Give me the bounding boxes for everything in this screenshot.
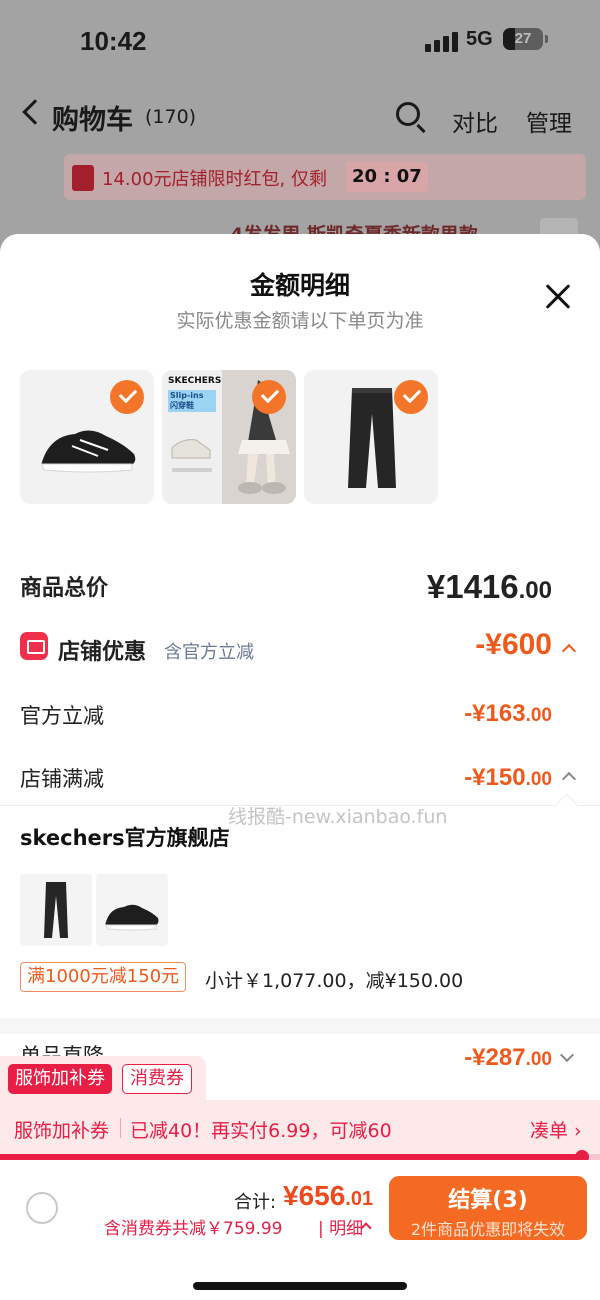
detail-link[interactable]: | 明细 bbox=[318, 1214, 363, 1239]
select-all-checkbox[interactable] bbox=[26, 1192, 58, 1224]
store-full-cut-label: 店铺满减 bbox=[20, 767, 104, 791]
total-label: 合计: bbox=[234, 1192, 277, 1213]
battery-icon: 27 bbox=[503, 28, 548, 50]
goods-total-label: 商品总价 bbox=[20, 576, 109, 601]
section-divider bbox=[0, 1018, 600, 1034]
network-type: 5G bbox=[466, 28, 493, 50]
total-amount-decimal: .01 bbox=[345, 1188, 374, 1210]
product-thumb-sneaker[interactable] bbox=[20, 370, 154, 504]
brand-text: SKECHERS bbox=[168, 376, 222, 386]
compare-button[interactable]: 对比 bbox=[452, 104, 498, 138]
price-detail-sheet: 金额明细 实际优惠金额请以下单页为准 SKECHERS Slip-ins 闪穿鞋 bbox=[0, 234, 600, 1300]
redpacket-icon bbox=[72, 165, 94, 191]
cart-count: (170) bbox=[145, 106, 197, 128]
watermark-text: 线报酷-new.xianbao.fun bbox=[228, 806, 448, 828]
close-icon[interactable] bbox=[540, 278, 578, 316]
chevron-up-icon[interactable] bbox=[561, 643, 577, 659]
official-cut-label: 官方立减 bbox=[20, 704, 104, 728]
sneaker-image bbox=[105, 904, 159, 931]
checked-icon[interactable] bbox=[252, 380, 286, 414]
home-indicator[interactable] bbox=[193, 1282, 407, 1290]
slip-ins-badge: Slip-ins 闪穿鞋 bbox=[168, 390, 216, 412]
single-drop-integer: -¥287 bbox=[464, 1044, 526, 1071]
store-full-cut-decimal: .00 bbox=[525, 769, 552, 790]
apparel-coupon-pill[interactable]: 服饰加补券 bbox=[8, 1064, 112, 1094]
official-cut-integer: -¥163 bbox=[464, 700, 526, 727]
full-reduction-tag: 满1000元减150元 bbox=[20, 962, 187, 992]
add-on-items-link[interactable]: 凑单 › bbox=[530, 1116, 582, 1143]
signal-icon bbox=[425, 32, 459, 52]
consumer-coupon-pill[interactable]: 消费券 bbox=[122, 1064, 192, 1094]
checkout-sublabel: 2件商品优惠即将失效 bbox=[410, 1220, 566, 1239]
redpacket-timer: 20 : 07 bbox=[346, 162, 428, 192]
cart-title: 购物车 bbox=[52, 105, 133, 136]
checkout-label: 结算(3) bbox=[448, 1188, 528, 1213]
official-cut-decimal: .00 bbox=[525, 705, 552, 726]
total-amount-integer: ¥656 bbox=[283, 1180, 346, 1211]
status-bar: 10:42 5G 27 bbox=[0, 0, 600, 80]
store-full-cut-integer: -¥150 bbox=[464, 764, 526, 791]
store-discount-value[interactable]: -¥600 bbox=[475, 628, 552, 662]
redpacket-text: 14.00元店铺限时红包, 仅剩 bbox=[102, 169, 327, 190]
store-item-thumb-sneaker bbox=[96, 874, 168, 946]
store-name[interactable]: skechers官方旗舰店 bbox=[20, 822, 230, 852]
goods-total-integer: ¥1416 bbox=[426, 568, 519, 605]
store-full-cut-value: -¥150.00 bbox=[464, 764, 552, 792]
detail-link-label: 明细 bbox=[329, 1219, 364, 1239]
checkout-button[interactable]: 结算(3) 2件商品优惠即将失效 bbox=[389, 1176, 587, 1240]
store-discount-note: 含官方立减 bbox=[164, 642, 254, 663]
sheet-title: 金额明细 bbox=[249, 271, 350, 300]
store-discount-icon bbox=[20, 632, 48, 660]
coupon-strip-separator bbox=[120, 1118, 121, 1138]
store-discount-label: 店铺优惠 bbox=[58, 640, 147, 665]
goods-total-decimal: .00 bbox=[518, 577, 552, 604]
total-amount: ¥656.01 bbox=[283, 1180, 373, 1212]
chevron-up-icon[interactable] bbox=[561, 771, 577, 787]
single-drop-value: -¥287.00 bbox=[464, 1044, 552, 1072]
pants-image bbox=[44, 882, 68, 938]
total-discount-text: 含消费券共减￥759.99 bbox=[104, 1219, 283, 1239]
product-thumb-pants[interactable] bbox=[304, 370, 438, 504]
search-icon[interactable] bbox=[396, 102, 420, 126]
official-cut-value: -¥163.00 bbox=[464, 700, 552, 728]
checked-icon[interactable] bbox=[394, 380, 428, 414]
store-subtotal: 小计￥1,077.00，减¥150.00 bbox=[205, 970, 464, 992]
sheet-subtitle: 实际优惠金额请以下单页为准 bbox=[176, 310, 424, 332]
goods-total-value: ¥1416.00 bbox=[427, 568, 552, 606]
single-drop-decimal: .00 bbox=[525, 1049, 552, 1070]
battery-level: 27 bbox=[514, 30, 532, 47]
coupon-strip-text: 已减40！再实付6.99，可减60 bbox=[130, 1120, 392, 1142]
coupon-strip-title: 服饰加补券 bbox=[14, 1120, 110, 1142]
product-thumb-slip-ins[interactable]: SKECHERS Slip-ins 闪穿鞋 bbox=[162, 370, 296, 504]
chevron-down-icon[interactable] bbox=[559, 1047, 575, 1063]
store-redpacket-banner[interactable]: 14.00元店铺限时红包, 仅剩 20 : 07 bbox=[64, 154, 586, 200]
checked-icon[interactable] bbox=[110, 380, 144, 414]
store-item-thumb-pants bbox=[20, 874, 92, 946]
status-time: 10:42 bbox=[80, 26, 147, 56]
manage-button[interactable]: 管理 bbox=[526, 104, 572, 138]
